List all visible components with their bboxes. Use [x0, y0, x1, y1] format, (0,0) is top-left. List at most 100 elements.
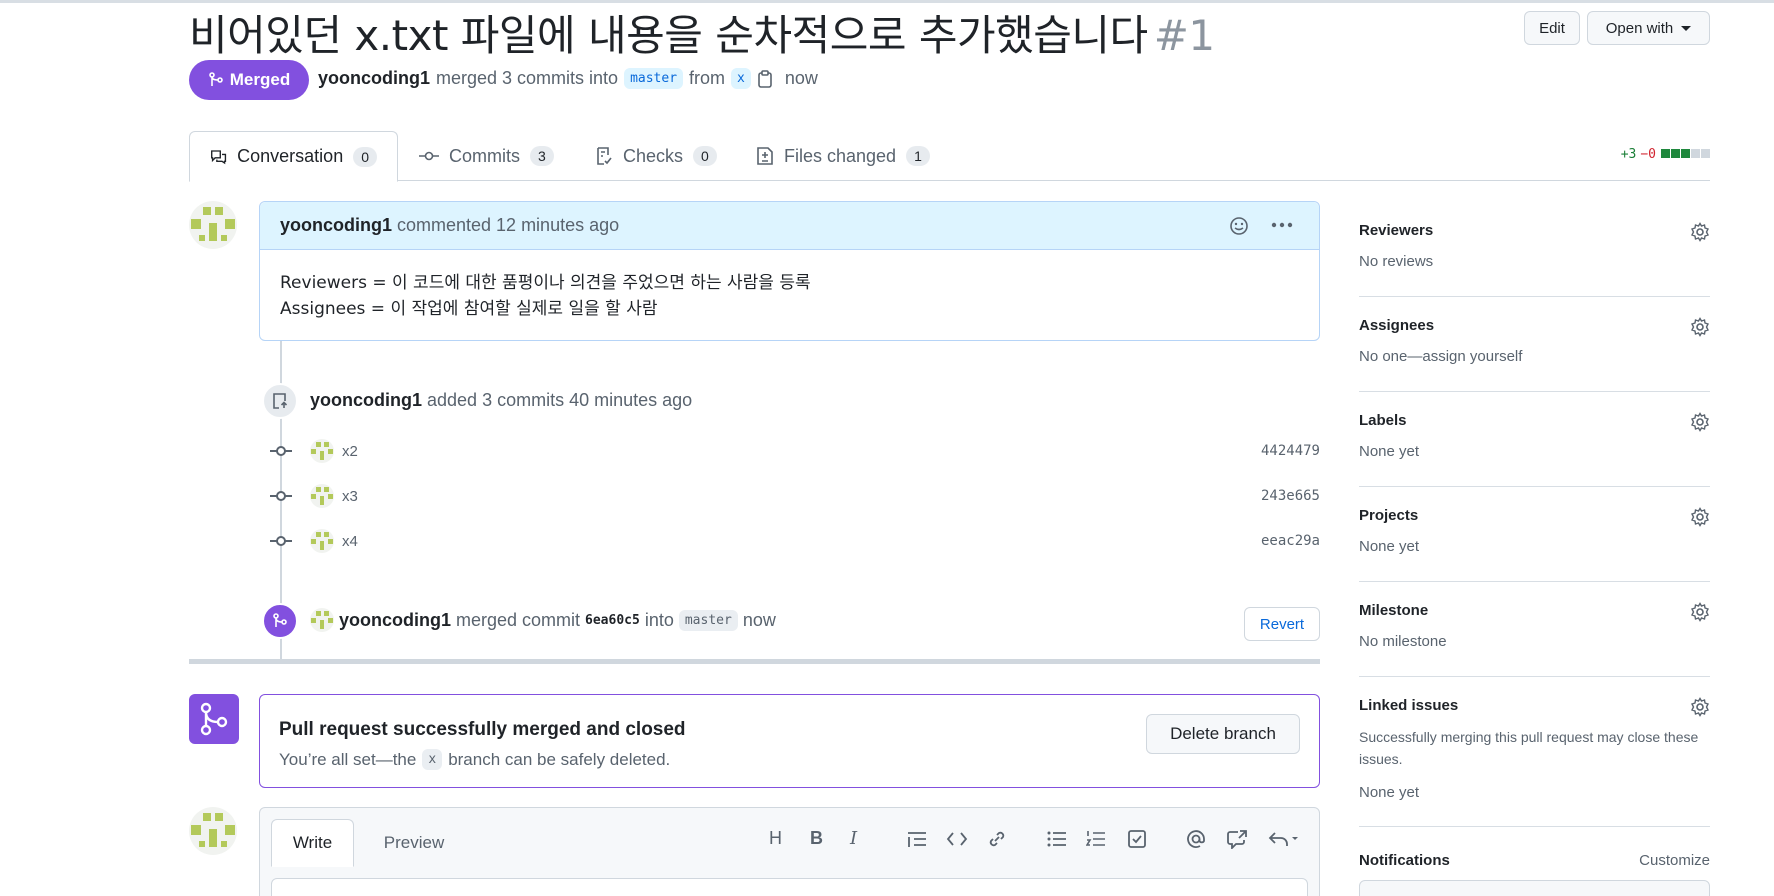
copy-icon[interactable] — [757, 69, 773, 88]
tab-files-changed[interactable]: Files changed 1 — [736, 131, 950, 181]
bold-icon[interactable]: B — [810, 828, 823, 849]
task-list-icon[interactable] — [1127, 829, 1147, 849]
tab-checks[interactable]: Checks 0 — [575, 131, 737, 181]
merge-base-branch[interactable]: master — [678, 609, 738, 631]
gear-icon[interactable] — [1690, 412, 1710, 432]
sidebar-labels-title[interactable]: Labels — [1359, 412, 1710, 429]
merged-desc-after: branch can be safely deleted. — [448, 749, 671, 769]
italic-icon[interactable]: I — [850, 828, 857, 849]
merged-desc-before: You’re all set—the — [279, 749, 417, 769]
commit-sha[interactable]: eeac29a — [1261, 533, 1320, 549]
merged-desc-branch[interactable]: x — [422, 749, 443, 770]
avatar[interactable] — [189, 807, 237, 855]
avatar[interactable] — [310, 529, 334, 553]
pr-number: #1 — [1153, 11, 1215, 60]
commits-event-text: yooncoding1 added 3 commits 40 minutes a… — [310, 390, 692, 411]
tab-commits[interactable]: Commits 3 — [399, 131, 574, 181]
commit-icon — [419, 151, 439, 161]
commit-message[interactable]: x3 — [342, 488, 358, 505]
merge-event-time: now — [742, 609, 776, 630]
sidebar-milestone-title[interactable]: Milestone — [1359, 602, 1710, 619]
commit-sha[interactable]: 4424479 — [1261, 443, 1320, 459]
commit-sha[interactable]: 243e665 — [1261, 488, 1320, 504]
sidebar-reviewers-title[interactable]: Reviewers — [1359, 222, 1710, 239]
edit-button[interactable]: Edit — [1524, 11, 1580, 45]
checklist-icon — [597, 147, 612, 165]
tab-commits-label: Commits — [449, 145, 520, 166]
sidebar-linked-desc: Successfully merging this pull request m… — [1359, 729, 1699, 767]
tab-checks-count: 0 — [693, 146, 717, 166]
pr-title: 비어있던 x.txt 파일에 내용을 순차적으로 추가했습니다 #1 — [189, 2, 1215, 63]
commit-node-icon — [270, 446, 292, 456]
diffstat-block — [1671, 149, 1680, 158]
merged-notice: Pull request successfully merged and clo… — [259, 694, 1320, 788]
diffstat-additions: +3 — [1620, 147, 1637, 162]
merged-label: Merged — [229, 70, 291, 89]
timeline-divider — [189, 659, 1320, 664]
tab-write[interactable]: Write — [271, 819, 354, 867]
sidebar-reviewers: Reviewers No reviews — [1359, 222, 1710, 297]
base-branch[interactable]: master — [624, 68, 684, 89]
diffstat-block — [1661, 149, 1670, 158]
merge-event-author[interactable]: yooncoding1 — [339, 610, 451, 631]
sidebar-linked-title[interactable]: Linked issues — [1359, 697, 1710, 714]
author-link[interactable]: yooncoding1 — [318, 68, 430, 89]
pr-title-text: 비어있던 x.txt 파일에 내용을 순차적으로 추가했습니다 — [189, 11, 1148, 60]
comment-author[interactable]: yooncoding1 — [280, 215, 392, 236]
merge-commit-sha[interactable]: 6ea60c5 — [585, 613, 640, 628]
code-icon[interactable] — [946, 830, 968, 848]
merge-icon — [200, 702, 228, 736]
diffstat-blocks — [1660, 147, 1710, 162]
delete-branch-button[interactable]: Delete branch — [1146, 714, 1300, 754]
avatar[interactable] — [310, 439, 334, 463]
gear-icon[interactable] — [1690, 507, 1710, 527]
saved-replies-icon[interactable] — [1267, 830, 1301, 848]
gear-icon[interactable] — [1690, 697, 1710, 717]
gear-icon[interactable] — [1690, 222, 1710, 242]
sidebar-assignees-value[interactable]: No one—assign yourself — [1359, 346, 1710, 368]
cross-reference-icon[interactable] — [1226, 829, 1248, 849]
pr-meta: yooncoding1 merged 3 commits into master… — [318, 68, 818, 89]
quote-icon[interactable] — [906, 830, 928, 848]
ordered-list-icon[interactable] — [1086, 830, 1106, 848]
tab-checks-label: Checks — [623, 145, 684, 166]
tab-commits-count: 3 — [530, 146, 554, 166]
customize-link[interactable]: Customize — [1639, 852, 1710, 869]
merge-event-text2: into — [644, 609, 674, 630]
caret-down-icon — [1681, 25, 1692, 31]
head-branch[interactable]: x — [731, 68, 751, 89]
avatar[interactable] — [310, 484, 334, 508]
merge-event-text: yooncoding1 merged commit 6ea60c5 into m… — [310, 608, 776, 632]
link-icon[interactable] — [987, 829, 1007, 849]
gear-icon[interactable] — [1690, 602, 1710, 622]
mention-icon[interactable] — [1186, 829, 1206, 849]
tab-conversation-label: Conversation — [237, 146, 344, 166]
heading-icon[interactable]: H — [769, 828, 782, 849]
gear-icon[interactable] — [1690, 317, 1710, 337]
tab-files-changed-count: 1 — [906, 146, 930, 166]
from-text: from — [689, 68, 726, 88]
unordered-list-icon[interactable] — [1047, 830, 1067, 848]
commit-message[interactable]: x4 — [342, 533, 358, 550]
unsubscribe-button[interactable] — [1359, 880, 1710, 896]
commit-message[interactable]: x2 — [342, 443, 358, 460]
avatar[interactable] — [189, 201, 237, 249]
revert-button[interactable]: Revert — [1244, 607, 1320, 641]
commits-event-author[interactable]: yooncoding1 — [310, 390, 422, 410]
sidebar-notifications: Notifications Customize — [1359, 852, 1710, 896]
tab-preview[interactable]: Preview — [364, 819, 464, 867]
sidebar-reviewers-value: No reviews — [1359, 253, 1434, 270]
sidebar-assignees-title[interactable]: Assignees — [1359, 317, 1710, 334]
commit-node-icon — [270, 536, 292, 546]
comment-textarea[interactable] — [271, 878, 1308, 896]
avatar[interactable] — [310, 608, 334, 632]
smiley-icon[interactable] — [1229, 216, 1249, 236]
pr-tabs: Conversation 0 Commits 3 Checks 0 Files … — [189, 131, 1710, 182]
comment-action[interactable]: commented 12 minutes ago — [397, 215, 619, 236]
open-with-button[interactable]: Open with — [1587, 11, 1710, 45]
comment-body: Reviewers = 이 코드에 대한 품평이나 의견을 주었으면 하는 사람… — [260, 250, 1319, 342]
diffstat-block — [1701, 149, 1710, 158]
sidebar-projects-title[interactable]: Projects — [1359, 507, 1710, 524]
kebab-horizontal-icon[interactable] — [1271, 222, 1293, 228]
tab-conversation[interactable]: Conversation 0 — [189, 131, 398, 182]
